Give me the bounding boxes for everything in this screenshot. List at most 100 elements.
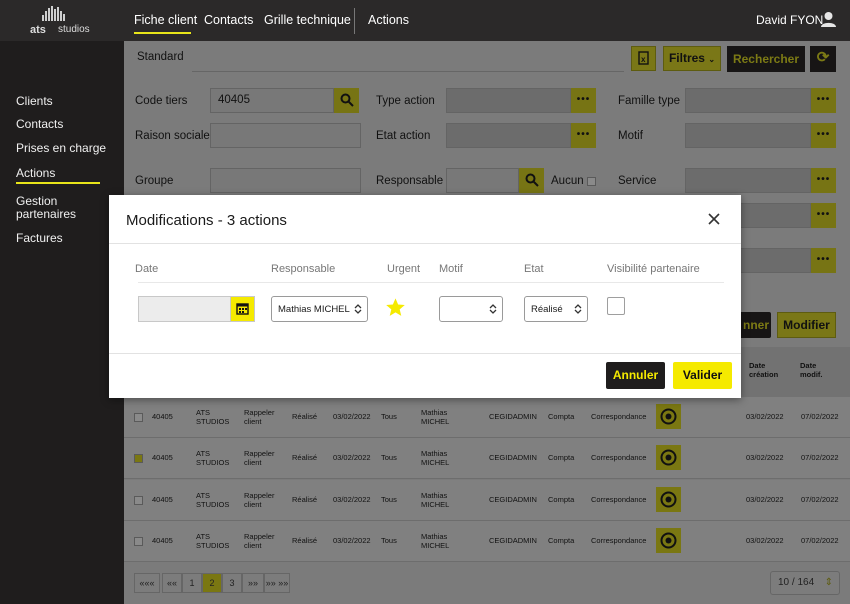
per-page-select[interactable]: 10 / 164 ⇕ [770, 571, 840, 595]
table-row[interactable] [124, 438, 850, 479]
export-excel-button[interactable]: x [631, 46, 656, 71]
table-cell-code: 40405 [152, 453, 173, 462]
table-cell-createur: CEGIDADMIN [489, 495, 537, 504]
pager-prev-button[interactable]: «« [162, 573, 182, 593]
etat-action-more-button[interactable]: ••• [571, 123, 596, 148]
row-target-button[interactable] [656, 445, 681, 470]
pager-page-1[interactable]: 1 [182, 573, 202, 593]
rechercher-button[interactable]: Rechercher [727, 46, 805, 72]
responsable-filter-input[interactable] [446, 168, 519, 193]
groupe-input[interactable] [210, 168, 361, 193]
user-avatar-icon[interactable] [820, 11, 837, 28]
col-header-urgent: Urgent [387, 263, 421, 275]
updown-arrow-icon [489, 304, 497, 314]
close-icon[interactable] [705, 210, 723, 228]
table-cell-service: Compta [548, 412, 575, 421]
row-checkbox[interactable] [134, 413, 143, 422]
sidebar-item-factures[interactable]: Factures [16, 232, 63, 245]
nav-grille-technique[interactable]: Grille technique [264, 13, 351, 27]
motif-filter-input[interactable] [685, 123, 811, 148]
modifier-button[interactable]: Modifier [777, 312, 836, 338]
service-input[interactable] [685, 168, 811, 193]
pager-first-button[interactable]: ««« [134, 573, 160, 593]
pager-page-2-current[interactable]: 2 [202, 573, 222, 593]
famille-type-label: Famille type [618, 95, 680, 107]
nav-contacts[interactable]: Contacts [204, 13, 253, 27]
code-tiers-search-button[interactable] [334, 88, 359, 113]
calendar-button[interactable] [230, 296, 255, 322]
table-cell-pour: Tous [381, 453, 397, 462]
search-icon [340, 93, 354, 107]
filter-input-row4[interactable] [740, 203, 811, 228]
table-cell-modified: 07/02/2022 [801, 495, 839, 504]
table-row[interactable] [124, 397, 850, 438]
sidebar-active-underline [16, 182, 100, 184]
table-cell-created: 03/02/2022 [746, 453, 784, 462]
visibilite-partenaire-checkbox[interactable] [607, 297, 625, 315]
table-cell-type: Rappeler client [244, 491, 275, 509]
table-cell-date: 03/02/2022 [333, 495, 371, 504]
table-row[interactable] [124, 480, 850, 521]
col-date-creation[interactable]: Date création [749, 361, 778, 379]
target-icon [660, 532, 677, 549]
raison-sociale-input[interactable] [210, 123, 361, 148]
filter-row4-more-button[interactable]: ••• [811, 203, 836, 228]
aucun-checkbox[interactable] [587, 177, 596, 186]
row-target-button[interactable] [656, 487, 681, 512]
responsable-select[interactable]: Mathias MICHEL [271, 296, 368, 322]
modal-footer-divider [109, 353, 741, 354]
motif-more-button[interactable]: ••• [811, 123, 836, 148]
filtres-dropdown[interactable]: Filtres ⌄ [663, 46, 721, 71]
sidebar-item-actions[interactable]: Actions [16, 167, 55, 180]
type-action-more-button[interactable]: ••• [571, 88, 596, 113]
pager-last-button[interactable]: »» »» [264, 573, 290, 593]
etat-select[interactable]: Réalisé [524, 296, 588, 322]
nav-actions[interactable]: Actions [368, 13, 409, 27]
table-cell-type: Rappeler client [244, 408, 275, 426]
pager-page-3[interactable]: 3 [222, 573, 242, 593]
table-cell-type: Rappeler client [244, 449, 275, 467]
responsable-search-button[interactable] [519, 168, 544, 193]
col-date-modif[interactable]: Date modif. [800, 361, 823, 379]
table-cell-pour: Tous [381, 412, 397, 421]
sidebar-item-gestion-partenaires[interactable]: Gestion partenaires [16, 195, 76, 221]
table-cell-date: 03/02/2022 [333, 536, 371, 545]
valider-button[interactable]: Valider [673, 362, 732, 389]
filter-input-row5[interactable] [740, 248, 811, 273]
col-header-etat: Etat [524, 263, 544, 275]
annuler-button[interactable]: Annuler [606, 362, 665, 389]
filter-row5-more-button[interactable]: ••• [811, 248, 836, 273]
urgent-star-icon[interactable] [385, 297, 406, 318]
row-target-button[interactable] [656, 528, 681, 553]
table-row[interactable] [124, 521, 850, 562]
famille-type-input[interactable] [685, 88, 811, 113]
table-cell-client: ATS STUDIOS [196, 408, 230, 426]
service-more-button[interactable]: ••• [811, 168, 836, 193]
ats-studios-logo[interactable]: ats studios [30, 6, 100, 36]
famille-type-more-button[interactable]: ••• [811, 88, 836, 113]
table-cell-type: Rappeler client [244, 532, 275, 550]
row-checkbox[interactable] [134, 537, 143, 546]
table-cell-pour: Tous [381, 495, 397, 504]
row-checkbox[interactable] [134, 496, 143, 505]
pager-next-button[interactable]: »» [242, 573, 264, 593]
sidebar-item-contacts[interactable]: Contacts [16, 118, 63, 131]
user-name[interactable]: David FYON [756, 13, 823, 27]
etat-action-input[interactable] [446, 123, 571, 148]
date-input[interactable] [138, 296, 231, 322]
table-cell-pour: Tous [381, 536, 397, 545]
svg-text:x: x [641, 55, 646, 64]
table-cell-etat: Réalisé [292, 536, 318, 545]
responsable-filter-label: Responsable [376, 175, 444, 187]
partial-hidden-button[interactable]: nner [741, 312, 771, 338]
motif-select[interactable] [439, 296, 503, 322]
code-tiers-input[interactable]: 40405 [210, 88, 334, 113]
nav-fiche-client[interactable]: Fiche client [134, 13, 197, 27]
sidebar-item-clients[interactable]: Clients [16, 95, 53, 108]
tab-standard[interactable]: Standard [126, 44, 192, 72]
sidebar-item-prises-en-charge[interactable]: Prises en charge [16, 142, 106, 155]
type-action-input[interactable] [446, 88, 571, 113]
row-checkbox[interactable] [134, 454, 143, 463]
refresh-button[interactable]: ⟳ [810, 46, 836, 72]
row-target-button[interactable] [656, 404, 681, 429]
